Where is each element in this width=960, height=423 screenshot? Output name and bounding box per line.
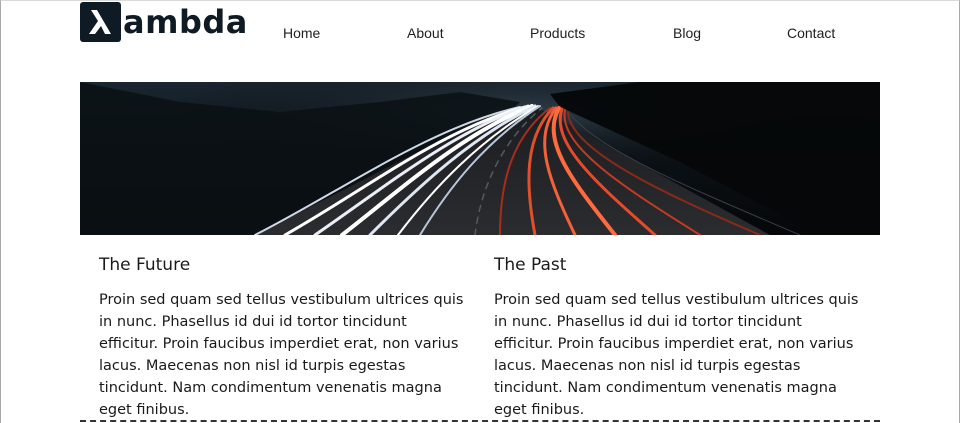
nav-blog[interactable]: Blog [673, 25, 701, 41]
section-divider [80, 420, 880, 422]
article-past: The Past Proin sed quam sed tellus vesti… [494, 255, 864, 421]
article-title: The Future [99, 255, 191, 275]
article-body: Proin sed quam sed tellus vestibulum ult… [494, 292, 859, 418]
nav-about[interactable]: About [407, 25, 444, 41]
lambda-logo-icon [80, 2, 121, 42]
article-body: Proin sed quam sed tellus vestibulum ult… [99, 292, 464, 418]
hero-image [80, 82, 880, 235]
nav-products[interactable]: Products [530, 25, 585, 41]
site-logo[interactable]: ambda [80, 2, 248, 42]
main-nav: Home About Products Blog Contact [240, 25, 880, 45]
logo-wordmark: ambda [123, 3, 248, 41]
article-title: The Past [494, 255, 567, 275]
article-future: The Future Proin sed quam sed tellus ves… [99, 255, 469, 421]
nav-home[interactable]: Home [283, 25, 320, 41]
highway-light-trails-image [80, 82, 880, 235]
nav-contact[interactable]: Contact [787, 25, 835, 41]
